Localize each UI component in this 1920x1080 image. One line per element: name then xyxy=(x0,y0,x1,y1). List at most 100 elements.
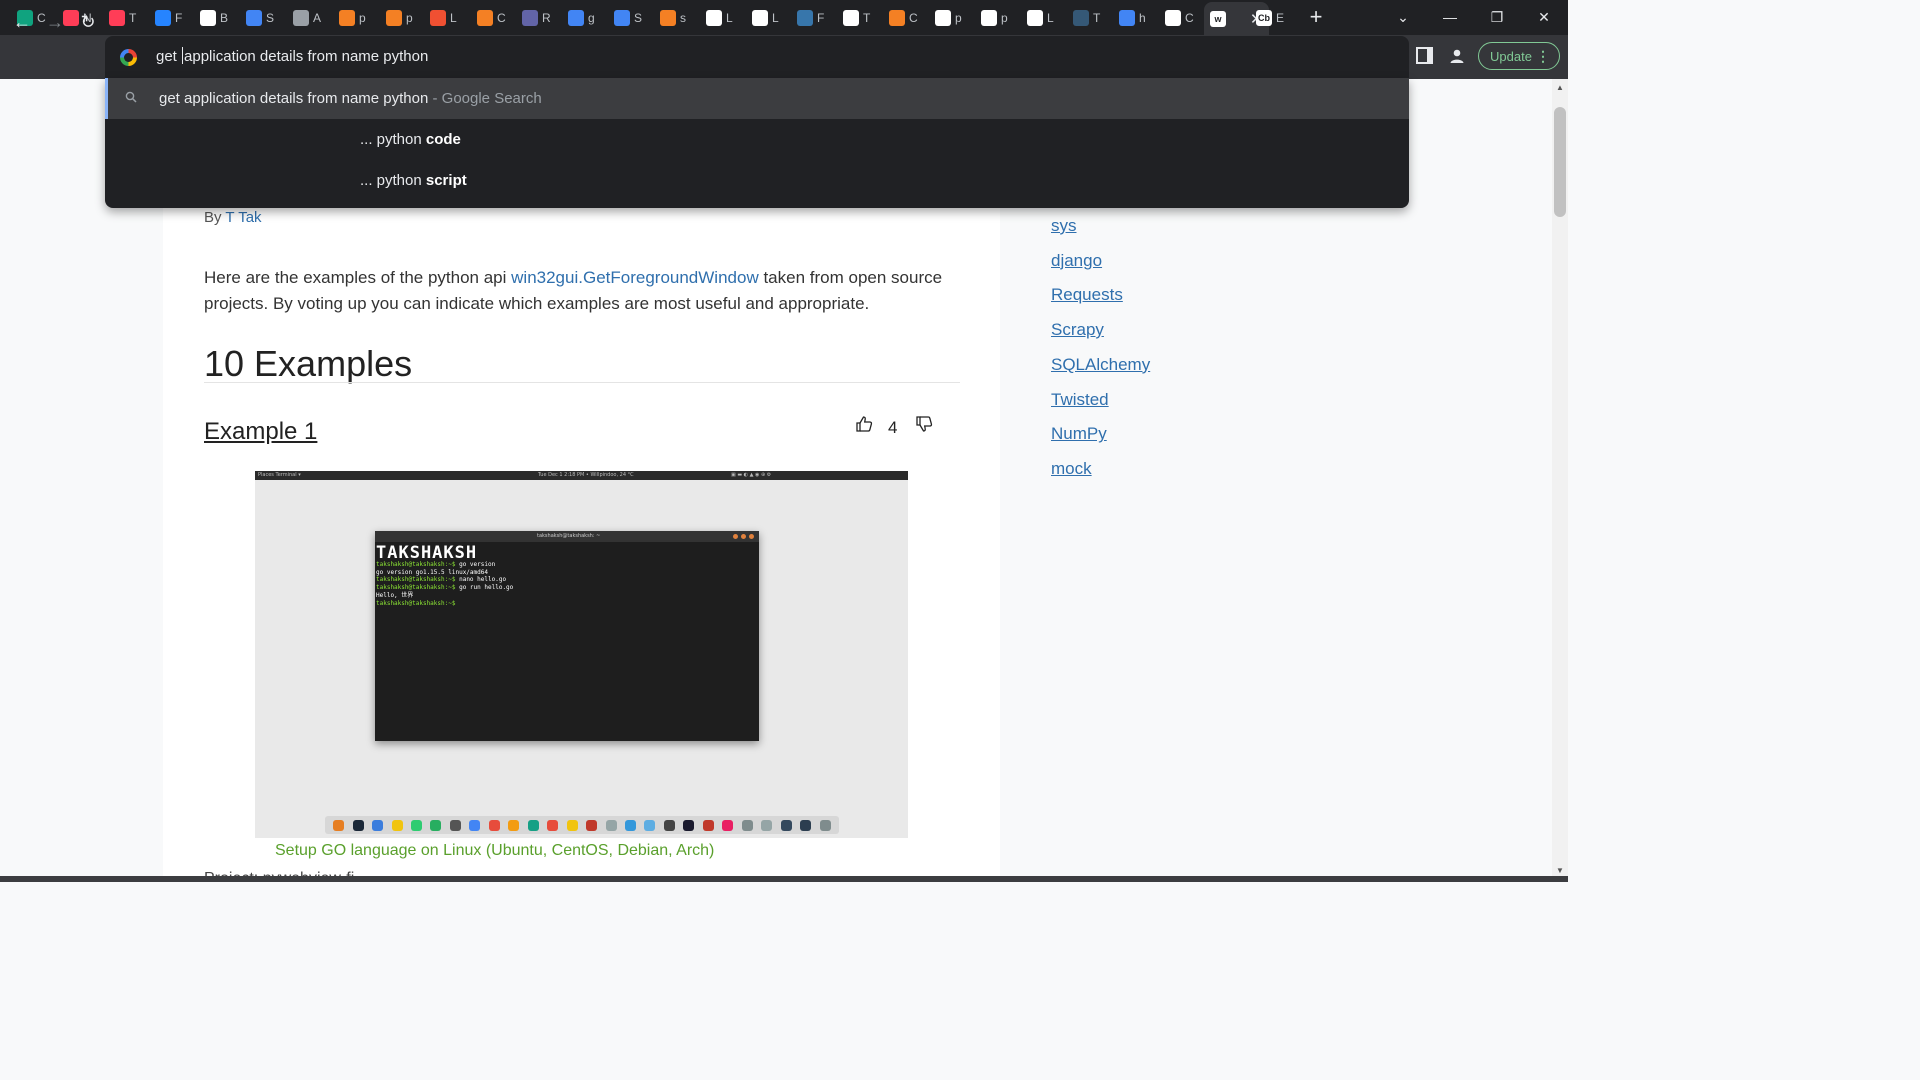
more-menu-icon[interactable]: ⋮ xyxy=(1536,48,1550,64)
author-link[interactable]: T Tak xyxy=(225,209,261,226)
browser-tab[interactable]: s xyxy=(660,4,690,31)
api-link[interactable]: win32gui.GetForegroundWindow xyxy=(511,268,759,287)
reload-button[interactable]: ↻ xyxy=(74,8,102,36)
stackoverflow-icon xyxy=(477,9,493,26)
tab-search-button[interactable]: ⌄ xyxy=(1380,0,1426,34)
stackoverflow-icon xyxy=(386,9,402,26)
terminal-title: takshaksh@takshaksh: ~ xyxy=(537,533,601,539)
dock-app-icon xyxy=(644,819,656,831)
suggestion-search[interactable]: get application details from name python… xyxy=(105,78,1409,119)
suggestion-suffix: - Google Search xyxy=(428,90,542,107)
thumbs-up-icon[interactable] xyxy=(855,415,873,438)
browser-tab[interactable]: S xyxy=(246,4,276,31)
stackoverflow-icon xyxy=(889,9,905,26)
side-panel-icon[interactable] xyxy=(1416,47,1433,64)
browser-tab[interactable]: L xyxy=(430,4,460,31)
browser-tab[interactable]: T xyxy=(1073,4,1103,31)
terminal-prompt: takshaksh@takshaksh:~$ xyxy=(376,584,456,592)
browser-tab[interactable]: C xyxy=(477,4,507,31)
dock-app-icon xyxy=(683,819,695,831)
terminal-command: Hello, 世界 xyxy=(376,591,414,599)
dock-app-icon xyxy=(605,819,617,831)
new-tab-button[interactable]: + xyxy=(1304,5,1328,29)
browser-tab[interactable]: L xyxy=(752,4,782,31)
byline-prefix: By xyxy=(204,209,226,226)
google-icon xyxy=(568,9,584,26)
update-label: Update xyxy=(1490,48,1532,64)
terminal-command: go run hello.go xyxy=(455,584,514,592)
globe-icon xyxy=(293,9,309,26)
tab-title: h xyxy=(1139,10,1146,25)
sidebar-link[interactable]: Scrapy xyxy=(1051,320,1104,340)
dock-app-icon xyxy=(449,819,461,831)
thumbs-down-icon[interactable] xyxy=(915,415,933,438)
example-1-link[interactable]: Example 1 xyxy=(204,418,317,446)
browser-tab[interactable]: L xyxy=(706,4,736,31)
browser-tab[interactable]: F xyxy=(797,4,827,31)
browser-tab[interactable]: S xyxy=(614,4,644,31)
browser-tab[interactable]: p xyxy=(386,4,416,31)
browser-tab[interactable]: C xyxy=(1165,4,1195,31)
confluence-icon xyxy=(155,9,171,26)
minimize-button[interactable]: — xyxy=(1427,0,1473,34)
scrollbar-thumb[interactable] xyxy=(1554,107,1566,217)
browser-tab[interactable]: F xyxy=(155,4,185,31)
tab-title: L xyxy=(772,10,779,25)
profile-icon[interactable] xyxy=(1446,45,1468,67)
dock-app-icon xyxy=(663,819,675,831)
update-button[interactable]: Update ⋮ xyxy=(1478,42,1560,70)
dock-app-icon xyxy=(391,819,403,831)
browser-tab[interactable]: g xyxy=(568,4,598,31)
close-window-button[interactable]: ✕ xyxy=(1521,0,1567,34)
suggestion-python-code[interactable]: ... python code xyxy=(105,119,1409,160)
dock-app-icon xyxy=(800,819,812,831)
google-icon xyxy=(120,49,137,66)
tab-title: T xyxy=(1093,10,1101,25)
scroll-up-icon[interactable]: ▲ xyxy=(1555,83,1565,93)
text-caret xyxy=(182,47,184,64)
browser-tab[interactable]: p xyxy=(339,4,369,31)
sidebar-link[interactable]: mock xyxy=(1051,459,1092,479)
tab-title: B xyxy=(220,10,229,25)
tab-title: S xyxy=(634,10,643,25)
google-icon xyxy=(614,9,630,26)
back-button[interactable]: ← xyxy=(8,8,36,36)
sidebar-link[interactable]: Twisted xyxy=(1051,390,1109,410)
restore-button[interactable]: ❐ xyxy=(1474,0,1520,34)
browser-tab[interactable]: p xyxy=(935,4,965,31)
dock-app-icon xyxy=(372,819,384,831)
sidebar-link[interactable]: NumPy xyxy=(1051,424,1107,444)
browser-tab[interactable]: T xyxy=(109,4,139,31)
arrow-left-icon: ← xyxy=(13,11,31,32)
browser-tab[interactable]: T xyxy=(843,4,873,31)
cb-icon: Cb xyxy=(1256,9,1272,26)
browser-tab[interactable]: Cb E xyxy=(1256,4,1286,31)
sidebar-link[interactable]: SQLAlchemy xyxy=(1051,355,1150,375)
browser-tab[interactable]: p xyxy=(981,4,1011,31)
browser-tab[interactable]: A xyxy=(293,4,323,31)
browser-tab[interactable]: B xyxy=(200,4,230,31)
terminal-command: nano hello.go xyxy=(455,576,507,584)
arrow-right-icon: → xyxy=(46,11,64,32)
dock-app-icon xyxy=(761,819,773,831)
omnibox-suggestions: get application details from name python… xyxy=(105,78,1409,208)
scroll-down-icon[interactable]: ▼ xyxy=(1555,866,1565,876)
dock-app-icon xyxy=(333,819,345,831)
sidebar-link[interactable]: django xyxy=(1051,251,1102,271)
address-bar-input[interactable]: get application details from name python xyxy=(156,47,428,65)
tds-icon xyxy=(1073,9,1089,26)
forward-button[interactable]: → xyxy=(41,8,69,36)
suggestion-prefix: ... python xyxy=(360,131,426,148)
browser-tab[interactable]: L xyxy=(1027,4,1057,31)
mail-icon xyxy=(200,9,216,26)
tab-title: S xyxy=(266,10,275,25)
screenshot-caption: Setup GO language on Linux (Ubuntu, Cent… xyxy=(275,842,715,859)
browser-tab[interactable]: C xyxy=(889,4,919,31)
sidebar-link[interactable]: Requests xyxy=(1051,285,1123,305)
browser-tab[interactable]: h xyxy=(1119,4,1149,31)
sidebar-link[interactable]: sys xyxy=(1051,216,1077,236)
dock-app-icon xyxy=(547,819,559,831)
dock-app-icon xyxy=(469,819,481,831)
suggestion-python-script[interactable]: ... python script xyxy=(105,160,1409,201)
browser-tab[interactable]: R xyxy=(522,4,552,31)
